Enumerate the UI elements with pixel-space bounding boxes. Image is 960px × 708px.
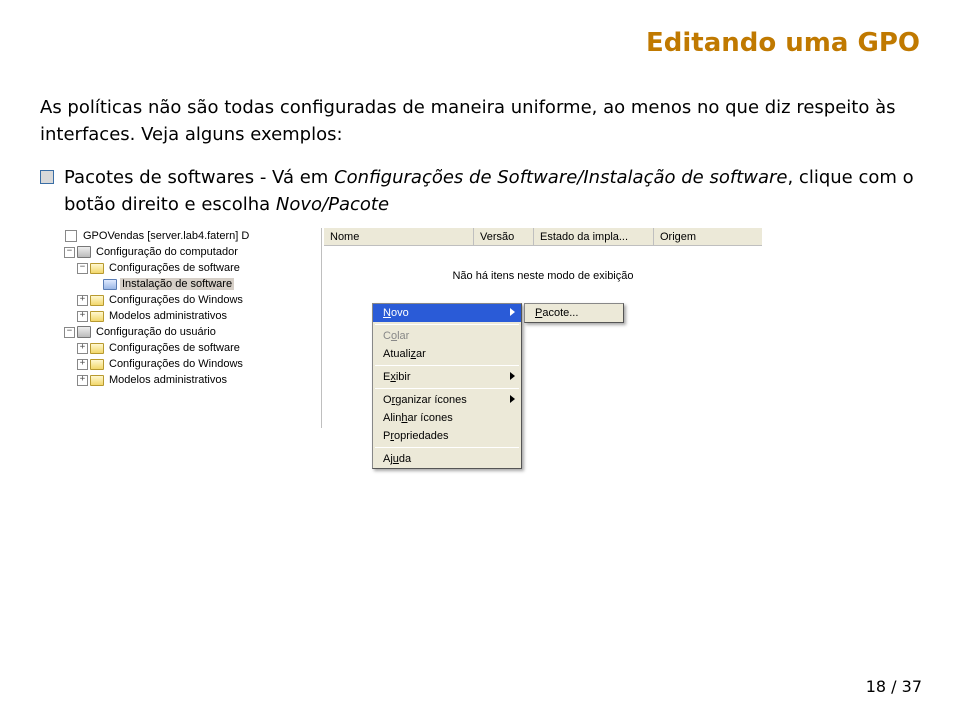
menu-colar[interactable]: Colar — [373, 327, 521, 345]
tree-user-software[interactable]: + Configurações de software — [62, 340, 321, 356]
expand-icon[interactable]: + — [77, 375, 88, 386]
folder-icon — [90, 359, 104, 370]
bullet-item: Pacotes de softwares - Vá em Configuraçõ… — [40, 164, 920, 218]
collapse-icon[interactable]: − — [77, 263, 88, 274]
collapse-icon[interactable]: − — [64, 327, 75, 338]
expand-icon[interactable]: + — [77, 359, 88, 370]
intro-text: As políticas não são todas configuradas … — [40, 94, 920, 148]
menu-separator — [375, 447, 519, 448]
submenu-arrow-icon — [510, 372, 515, 380]
computer-icon — [77, 246, 91, 258]
menu-novo[interactable]: Novo — [373, 304, 521, 322]
submenu-novo: Pacote... — [524, 303, 624, 323]
tree-comp-windows[interactable]: + Configurações do Windows — [62, 292, 321, 308]
column-nome[interactable]: Nome — [324, 228, 474, 245]
folder-icon — [90, 311, 104, 322]
tree-user-config[interactable]: − Configuração do usuário — [62, 324, 321, 340]
folder-icon — [90, 295, 104, 306]
tree-comp-software[interactable]: − Configurações de software — [62, 260, 321, 276]
menu-organizar[interactable]: Organizar ícones — [373, 391, 521, 409]
context-menu: Novo Colar Atualizar Exibir Organizar í — [372, 303, 522, 469]
submenu-pacote[interactable]: Pacote... — [525, 304, 623, 322]
column-estado[interactable]: Estado da impla... — [534, 228, 654, 245]
package-icon — [103, 279, 117, 290]
expand-icon[interactable]: + — [77, 311, 88, 322]
column-versao[interactable]: Versão — [474, 228, 534, 245]
user-icon — [77, 326, 91, 338]
tree-pane: GPOVendas [server.lab4.fatern] D − Confi… — [62, 228, 322, 428]
bullet-square-icon — [40, 170, 54, 184]
menu-exibir[interactable]: Exibir — [373, 368, 521, 386]
menu-alinhar[interactable]: Alinhar ícones — [373, 409, 521, 427]
embedded-screenshot: GPOVendas [server.lab4.fatern] D − Confi… — [62, 228, 762, 518]
page-title: Editando uma GPO — [40, 28, 920, 58]
menu-separator — [375, 365, 519, 366]
expand-icon[interactable]: + — [77, 343, 88, 354]
folder-icon — [90, 343, 104, 354]
page-number: 18 / 37 — [866, 677, 922, 696]
folder-icon — [90, 375, 104, 386]
tree-user-admin[interactable]: + Modelos administrativos — [62, 372, 321, 388]
list-header: Nome Versão Estado da impla... Origem — [324, 228, 762, 246]
submenu-arrow-icon — [510, 395, 515, 403]
menu-separator — [375, 324, 519, 325]
tree-install-software[interactable]: Instalação de software — [62, 276, 321, 292]
menu-separator — [375, 388, 519, 389]
policy-icon — [65, 230, 77, 242]
tree-user-windows[interactable]: + Configurações do Windows — [62, 356, 321, 372]
tree-comp-admin[interactable]: + Modelos administrativos — [62, 308, 321, 324]
empty-list-message: Não há itens neste modo de exibição — [324, 270, 762, 282]
folder-icon — [90, 263, 104, 274]
collapse-icon[interactable]: − — [64, 247, 75, 258]
menu-ajuda[interactable]: Ajuda — [373, 450, 521, 468]
submenu-arrow-icon — [510, 308, 515, 316]
bullet-text: Pacotes de softwares - Vá em Configuraçõ… — [64, 164, 920, 218]
menu-atualizar[interactable]: Atualizar — [373, 345, 521, 363]
tree-root[interactable]: GPOVendas [server.lab4.fatern] D — [62, 228, 321, 244]
tree-computer-config[interactable]: − Configuração do computador — [62, 244, 321, 260]
column-origem[interactable]: Origem — [654, 228, 762, 245]
menu-propriedades[interactable]: Propriedades — [373, 427, 521, 445]
expand-icon[interactable]: + — [77, 295, 88, 306]
